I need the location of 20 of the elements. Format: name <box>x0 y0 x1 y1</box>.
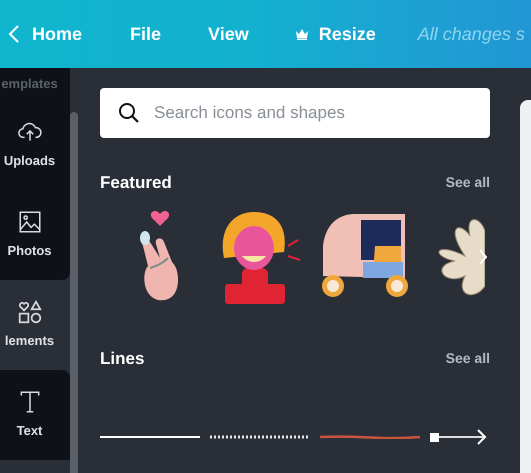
search-field[interactable]: Search icons and shapes <box>100 88 490 138</box>
chevron-right-icon <box>478 248 488 266</box>
save-status: All changes s <box>418 22 525 46</box>
image-icon <box>16 209 42 236</box>
sidebar-item[interactable]: Uploads <box>0 100 70 190</box>
crown-icon <box>294 28 309 40</box>
sidebar-item[interactable]: Text <box>0 370 70 460</box>
section-title: Featured <box>100 172 172 194</box>
chevron-left-icon <box>8 24 20 44</box>
arrow-line[interactable] <box>430 427 488 447</box>
search-icon <box>118 102 140 124</box>
section-title: Lines <box>100 348 144 370</box>
shapes-icon <box>16 299 42 326</box>
solid-line[interactable] <box>100 435 200 439</box>
sidebar-item[interactable]: Photos <box>0 190 70 280</box>
brush-line[interactable] <box>320 435 420 439</box>
dotted-line[interactable] <box>210 435 310 439</box>
see-all-link[interactable]: See all <box>446 348 490 369</box>
scrollbar-thumb[interactable] <box>70 112 78 473</box>
see-all-link[interactable]: See all <box>446 172 490 194</box>
